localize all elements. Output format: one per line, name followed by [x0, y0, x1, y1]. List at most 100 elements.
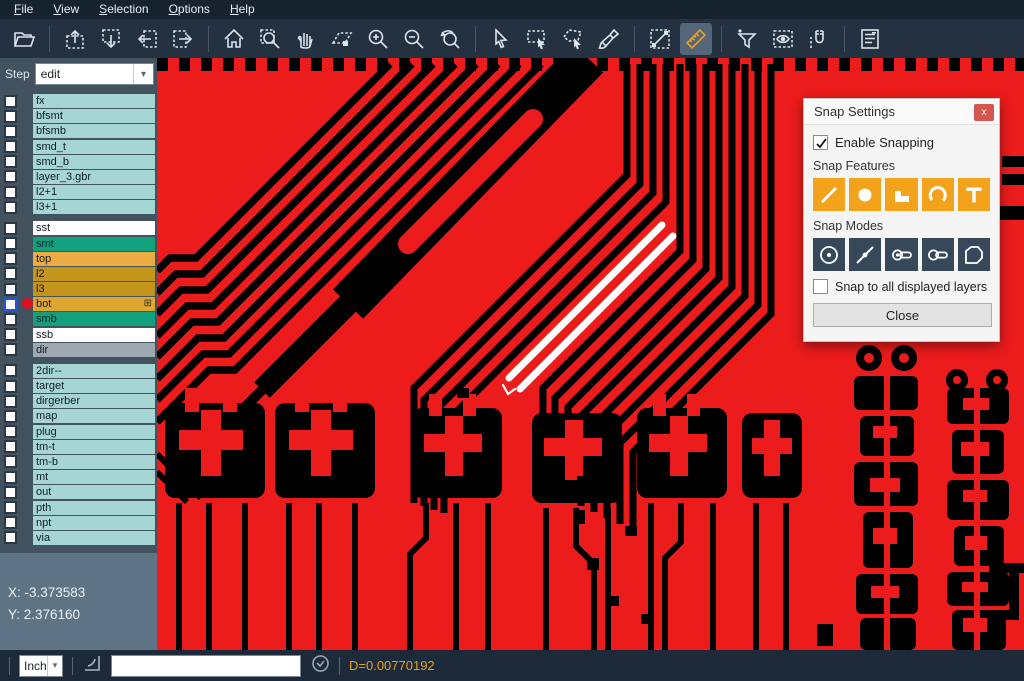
select-arrow-icon[interactable] — [485, 23, 517, 55]
layer-row-mt[interactable]: mt — [0, 470, 157, 484]
layer-visibility-checkbox[interactable] — [4, 364, 17, 377]
layer-visibility-checkbox[interactable] — [4, 95, 17, 108]
layer-row-smt[interactable]: smt — [0, 237, 157, 251]
shift-view-left-icon[interactable] — [131, 23, 163, 55]
layer-visibility-checkbox[interactable] — [4, 516, 17, 529]
shift-view-down-icon[interactable] — [95, 23, 127, 55]
step-select[interactable]: edit ▾ — [35, 63, 154, 85]
layer-visibility-checkbox[interactable] — [4, 140, 17, 153]
layer-row-ssb[interactable]: ssb — [0, 328, 157, 342]
layer-visibility-checkbox[interactable] — [4, 531, 17, 544]
layer-grid-icon[interactable]: ⊞ — [144, 297, 152, 311]
unit-select[interactable]: Inch ▾ — [19, 655, 63, 677]
layer-row-smd_t[interactable]: smd_t — [0, 140, 157, 154]
layer-visibility-checkbox[interactable] — [4, 201, 17, 214]
layer-row-l3[interactable]: l3 — [0, 282, 157, 296]
zoom-previous-icon[interactable] — [434, 23, 466, 55]
snap-magnet-icon[interactable] — [803, 23, 835, 55]
layer-visibility-checkbox[interactable] — [4, 222, 17, 235]
shift-view-up-icon[interactable] — [59, 23, 91, 55]
layer-row-dirgerber[interactable]: dirgerber — [0, 394, 157, 408]
filter-icon[interactable] — [731, 23, 763, 55]
snap-mode-contour-icon[interactable] — [958, 238, 990, 271]
snap-feature-surface-icon[interactable] — [885, 178, 917, 211]
zoom-object-icon[interactable] — [326, 23, 358, 55]
layer-row-map[interactable]: map — [0, 409, 157, 423]
snap-feature-pad-icon[interactable] — [849, 178, 881, 211]
layer-row-dir[interactable]: dir — [0, 343, 157, 357]
layer-visibility-checkbox[interactable] — [4, 455, 17, 468]
zoom-out-icon[interactable] — [398, 23, 430, 55]
zoom-in-icon[interactable] — [362, 23, 394, 55]
layer-visibility-checkbox[interactable] — [4, 237, 17, 250]
menu-options[interactable]: Options — [159, 0, 220, 19]
menu-selection[interactable]: Selection — [89, 0, 158, 19]
layer-visibility-checkbox[interactable] — [4, 186, 17, 199]
snap-mode-slot-center-icon[interactable] — [885, 238, 917, 271]
layer-row-l2[interactable]: l2 — [0, 267, 157, 281]
layer-visibility-checkbox[interactable] — [4, 410, 17, 423]
layer-row-bfsmt[interactable]: bfsmt — [0, 109, 157, 123]
layer-visibility-checkbox[interactable] — [4, 343, 17, 356]
layer-visibility-checkbox[interactable] — [4, 501, 17, 514]
layer-row-target[interactable]: target — [0, 379, 157, 393]
close-icon[interactable]: x — [974, 104, 994, 121]
layer-visibility-checkbox[interactable] — [4, 110, 17, 123]
snap-all-layers-checkbox[interactable]: Snap to all displayed layers — [813, 279, 990, 294]
layer-row-2dir--[interactable]: 2dir-- — [0, 364, 157, 378]
layer-visibility-checkbox[interactable] — [4, 395, 17, 408]
snap-mode-center-icon[interactable] — [813, 238, 845, 271]
layer-row-pth[interactable]: pth — [0, 501, 157, 515]
layer-row-smd_b[interactable]: smd_b — [0, 155, 157, 169]
pan-hand-icon[interactable] — [290, 23, 322, 55]
layer-row-npt[interactable]: npt — [0, 516, 157, 530]
select-polygon-icon[interactable] — [557, 23, 589, 55]
layer-row-out[interactable]: out — [0, 485, 157, 499]
layer-visibility-checkbox[interactable] — [4, 486, 17, 499]
ruler-icon[interactable] — [680, 23, 712, 55]
layer-row-layer_3.gbr[interactable]: layer_3.gbr — [0, 170, 157, 184]
snap-mode-slot-outline-icon[interactable] — [922, 238, 954, 271]
layer-row-via[interactable]: via — [0, 531, 157, 545]
select-rectangle-icon[interactable] — [521, 23, 553, 55]
close-button[interactable]: Close — [813, 303, 992, 327]
layer-visibility-checkbox[interactable] — [4, 283, 17, 296]
report-icon[interactable] — [854, 23, 886, 55]
snap-feature-text-icon[interactable] — [958, 178, 990, 211]
measure-input[interactable] — [111, 655, 301, 677]
enable-snapping-checkbox[interactable]: Enable Snapping — [813, 135, 990, 150]
layer-visibility-checkbox[interactable] — [4, 252, 17, 265]
layer-row-tm-b[interactable]: tm-b — [0, 455, 157, 469]
confirm-icon[interactable] — [311, 654, 330, 678]
layer-row-top[interactable]: top — [0, 252, 157, 266]
layer-visibility-checkbox[interactable] — [4, 125, 17, 138]
layer-visibility-checkbox[interactable] — [4, 471, 17, 484]
home-view-icon[interactable] — [218, 23, 250, 55]
layer-visibility-checkbox[interactable] — [4, 440, 17, 453]
zoom-window-icon[interactable] — [254, 23, 286, 55]
layer-row-plug[interactable]: plug — [0, 425, 157, 439]
layer-row-tm-t[interactable]: tm-t — [0, 440, 157, 454]
menu-file[interactable]: File — [4, 0, 43, 19]
open-folder-icon[interactable] — [8, 23, 40, 55]
menu-help[interactable]: Help — [220, 0, 265, 19]
snap-feature-line-icon[interactable] — [813, 178, 845, 211]
select-brush-icon[interactable] — [593, 23, 625, 55]
layer-row-sst[interactable]: sst — [0, 221, 157, 235]
snap-mode-midpoint-icon[interactable] — [849, 238, 881, 271]
layer-visibility-checkbox[interactable] — [4, 298, 17, 311]
layer-row-bot[interactable]: bot⊞ — [0, 297, 157, 311]
show-hide-icon[interactable] — [767, 23, 799, 55]
layer-visibility-checkbox[interactable] — [4, 313, 17, 326]
layer-row-l2+1[interactable]: l2+1 — [0, 185, 157, 199]
measure-line-icon[interactable] — [644, 23, 676, 55]
layer-visibility-checkbox[interactable] — [4, 380, 17, 393]
layer-row-bfsmb[interactable]: bfsmb — [0, 124, 157, 138]
layer-visibility-checkbox[interactable] — [4, 170, 17, 183]
layer-visibility-checkbox[interactable] — [4, 328, 17, 341]
layer-visibility-checkbox[interactable] — [4, 155, 17, 168]
corner-angle-icon[interactable] — [82, 653, 102, 678]
layer-row-fx[interactable]: fx — [0, 94, 157, 108]
shift-view-right-icon[interactable] — [167, 23, 199, 55]
layer-row-l3+1[interactable]: l3+1 — [0, 200, 157, 214]
